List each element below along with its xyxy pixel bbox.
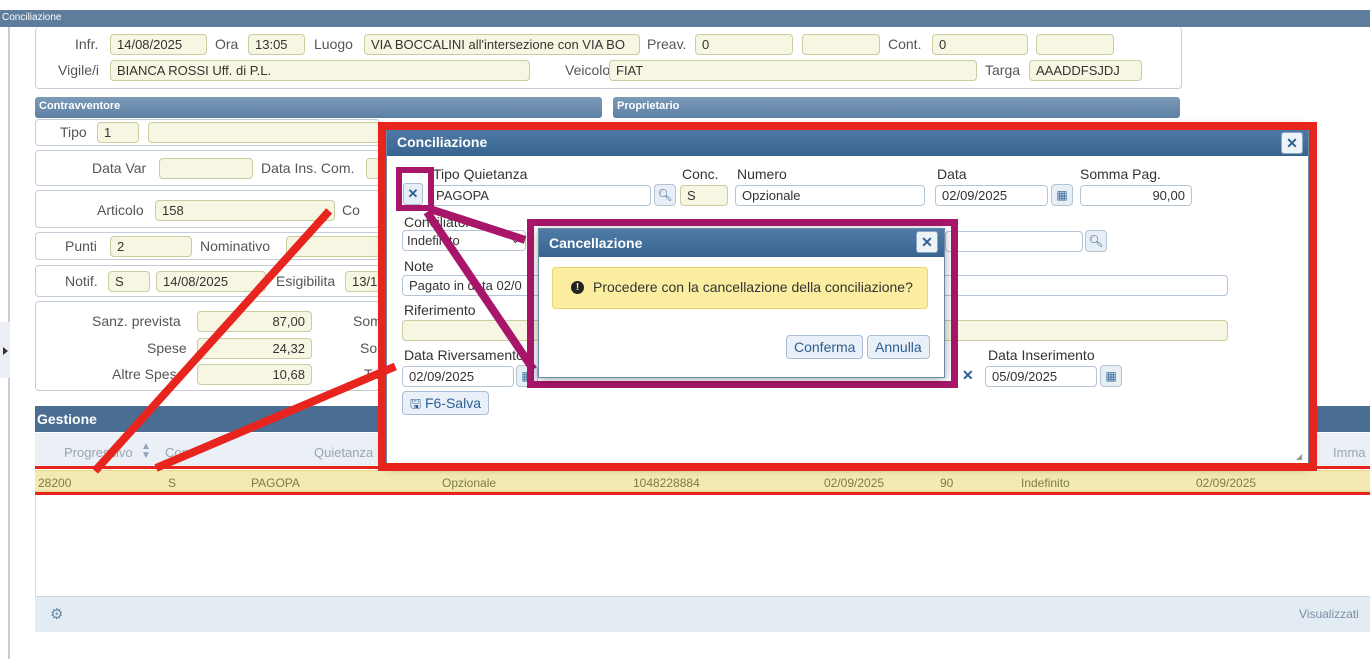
spese-label: Spese — [147, 340, 187, 356]
esigibilita-label: Esigibilita — [276, 273, 336, 289]
table-row[interactable] — [35, 470, 1370, 492]
grid-body — [35, 493, 1370, 596]
cell-conc: S — [168, 476, 177, 490]
sanz-prevista-field[interactable]: 87,00 — [197, 311, 312, 332]
punti-field[interactable]: 2 — [110, 236, 192, 257]
col-progressivo[interactable]: Progressivo — [64, 445, 133, 460]
tipo-field[interactable]: 1 — [97, 122, 139, 143]
cancellazione-dialog-title: Cancellazione — [539, 229, 944, 257]
expand-arrow-icon[interactable] — [3, 347, 8, 355]
cancellazione-close-button[interactable]: ✕ — [916, 231, 938, 253]
altre-spese-field[interactable]: 10,68 — [197, 364, 312, 385]
vigile-label: Vigile/i — [58, 62, 99, 78]
targa-field[interactable]: AAADDFSJDJ — [1029, 60, 1142, 81]
col-quietanza[interactable]: Quietanza — [314, 445, 373, 460]
cont-extra-field[interactable] — [1036, 34, 1114, 55]
preav-field[interactable]: 0 — [695, 34, 793, 55]
cell-somma: 90 — [940, 476, 954, 490]
proprietario-header: Proprietario — [613, 97, 1180, 118]
data-ins-com-label: Data Ins. Com. — [261, 160, 355, 176]
cont-field[interactable]: 0 — [932, 34, 1028, 55]
preav-extra-field[interactable] — [802, 34, 880, 55]
vigile-field[interactable]: BIANCA ROSSI Uff. di P.L. — [110, 60, 530, 81]
cell-conciliatore: Indefinito — [1021, 476, 1070, 490]
infr-label: Infr. — [75, 36, 99, 52]
notif-label: Notif. — [65, 273, 98, 289]
footer-visualizzati: Visualizzati — [1299, 607, 1359, 621]
cell-progressivo: 28200 — [38, 476, 72, 490]
tipo-label: Tipo — [60, 124, 87, 140]
notif-field[interactable]: S — [108, 271, 150, 292]
cell-quietanza: PAGOPA — [251, 476, 300, 490]
sanz-prevista-label: Sanz. prevista — [92, 313, 181, 329]
ora-field[interactable]: 13:05 — [248, 34, 305, 55]
esigibilita-field[interactable]: 13/1 — [345, 271, 380, 292]
window-titlebar — [0, 10, 1370, 27]
data-var-field[interactable] — [159, 158, 253, 179]
luogo-label: Luogo — [314, 36, 353, 52]
grid-footer — [35, 596, 1370, 632]
contravventore-header: Contravventore — [35, 97, 602, 118]
cancel-button[interactable]: Annulla — [867, 335, 930, 359]
gear-icon[interactable]: ⚙ — [50, 605, 63, 623]
highlight-row-top-line — [35, 466, 1370, 469]
cell-data: 02/09/2025 — [824, 476, 885, 490]
preav-label: Preav. — [647, 36, 687, 52]
veicolo-field[interactable]: FIAT — [609, 60, 977, 81]
confirm-message: Procedere con la cancellazione della con… — [593, 279, 913, 295]
ora-label: Ora — [215, 36, 239, 52]
so-label: So — [360, 340, 378, 356]
articolo-comma-label: Co — [342, 202, 360, 218]
highlight-row-bottom-line — [35, 492, 1370, 495]
highlight-delete-box — [396, 167, 434, 211]
col-imma[interactable]: Imma — [1333, 445, 1366, 460]
targa-label: Targa — [985, 62, 1021, 78]
confirm-button[interactable]: Conferma — [786, 335, 864, 359]
window-title: Conciliazione — [2, 12, 62, 23]
infr-field[interactable]: 14/08/2025 — [110, 34, 207, 55]
sort-icon[interactable]: ▲ ▼ — [141, 442, 151, 461]
notif-date-field[interactable]: 14/08/2025 — [156, 271, 266, 292]
luogo-field[interactable]: VIA BOCCALINI all'intersezione con VIA B… — [364, 34, 640, 55]
nominativo-label: Nominativo — [200, 238, 271, 254]
cont-label: Cont. — [888, 36, 922, 52]
veicolo-label: Veicolo — [565, 62, 611, 78]
tipo-desc-field[interactable] — [148, 122, 380, 143]
cell-numero: Opzionale — [442, 476, 497, 490]
cell-data-ins: 02/09/2025 — [1196, 476, 1257, 490]
cell-code: 1048228884 — [633, 476, 700, 490]
articolo-label: Articolo — [97, 202, 144, 218]
data-var-label: Data Var — [92, 160, 147, 176]
warning-icon: ! — [571, 281, 584, 294]
articolo-field[interactable]: 158 — [155, 200, 335, 221]
punti-label: Punti — [65, 238, 97, 254]
